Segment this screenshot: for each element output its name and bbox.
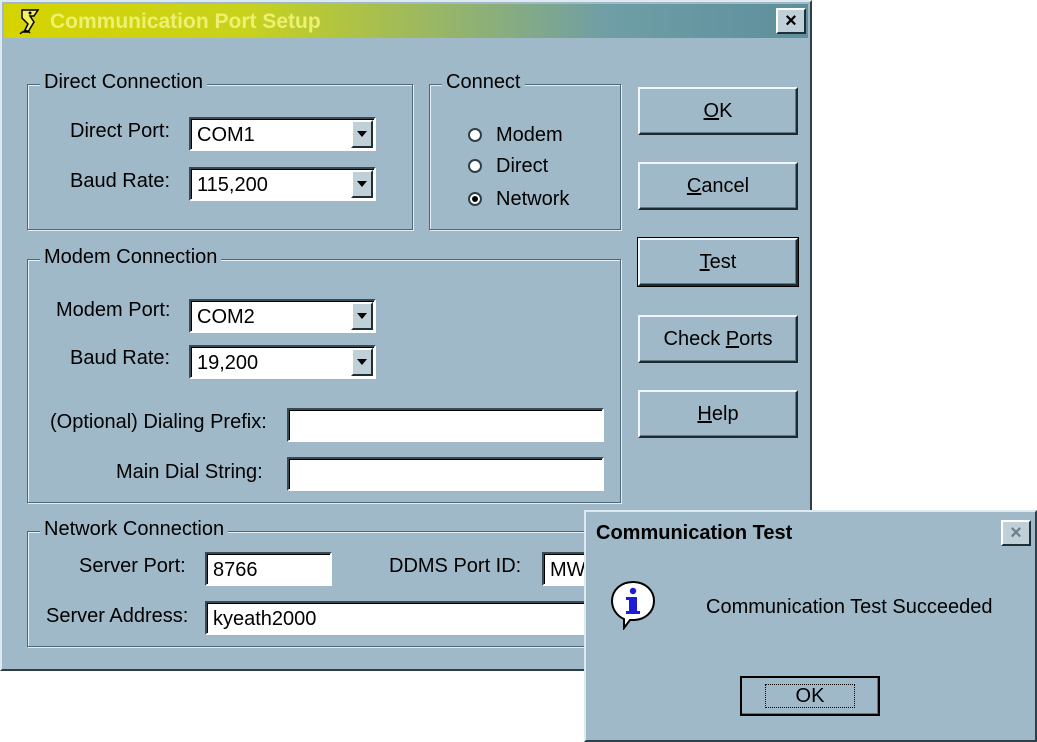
direct-baud-value: 115,200 <box>197 174 268 196</box>
cancel-mnemonic: C <box>686 175 702 197</box>
close-button[interactable]: × <box>1001 520 1031 546</box>
chevron-down-icon[interactable] <box>351 170 373 198</box>
modem-port-value: COM2 <box>197 306 255 328</box>
ddms-port-id-label: DDMS Port ID: <box>389 555 522 577</box>
modem-baud-label: Baud Rate: <box>70 347 171 369</box>
direct-port-value: COM1 <box>197 124 255 146</box>
main-dial-string-input[interactable] <box>287 457 604 491</box>
modem-baud-select[interactable]: 19,200 <box>189 345 376 379</box>
connect-legend: Connect <box>442 71 525 94</box>
network-connection-legend: Network Connection <box>40 518 229 541</box>
radio-direct-label: Direct <box>496 155 549 177</box>
ok-mnemonic: O <box>703 100 720 122</box>
radio-network-label: Network <box>496 188 570 210</box>
port-plug-icon <box>16 6 44 36</box>
radio-direct[interactable]: Direct <box>468 155 598 179</box>
test-button[interactable]: Test <box>637 237 799 287</box>
direct-port-label: Direct Port: <box>70 120 171 142</box>
chevron-down-icon[interactable] <box>351 302 373 330</box>
dialog-title: Communication Port Setup <box>50 10 321 33</box>
direct-baud-select[interactable]: 115,200 <box>189 167 376 201</box>
help-mnemonic: H <box>697 403 712 425</box>
chevron-down-icon[interactable] <box>351 348 373 376</box>
direct-baud-label: Baud Rate: <box>70 170 171 192</box>
cancel-rest: ancel <box>701 175 750 197</box>
server-address-input[interactable]: kyeath2000 <box>205 601 605 635</box>
close-icon: × <box>785 10 797 32</box>
check-ports-mnemonic: P <box>725 328 740 350</box>
help-rest: elp <box>711 403 739 425</box>
radio-modem-label: Modem <box>496 124 563 146</box>
server-port-input[interactable]: 8766 <box>205 552 332 586</box>
test-title-bar[interactable]: Communication Test × <box>588 514 1033 550</box>
direct-connection-group: Direct Connection <box>27 71 413 230</box>
help-button[interactable]: Help <box>638 390 798 438</box>
close-button[interactable]: × <box>776 8 806 34</box>
server-address-label: Server Address: <box>46 605 189 627</box>
modem-baud-value: 19,200 <box>197 352 259 374</box>
dialing-prefix-label: (Optional) Dialing Prefix: <box>50 411 267 433</box>
test-message: Communication Test Succeeded <box>706 596 993 618</box>
server-port-label: Server Port: <box>79 555 186 577</box>
check-ports-button[interactable]: Check Ports <box>638 315 798 363</box>
radio-modem-circle[interactable] <box>468 128 482 142</box>
check-ports-before: Check <box>663 328 726 350</box>
main-dial-string-label: Main Dial String: <box>116 461 263 483</box>
info-icon <box>610 580 656 631</box>
close-icon: × <box>1010 522 1022 544</box>
modem-port-label: Modem Port: <box>56 299 171 321</box>
radio-network[interactable]: Network <box>468 188 598 212</box>
cancel-button[interactable]: Cancel <box>638 162 798 210</box>
modem-port-select[interactable]: COM2 <box>189 299 376 333</box>
modem-connection-legend: Modem Connection <box>40 246 222 269</box>
test-mnemonic: T <box>699 251 710 273</box>
test-rest: est <box>709 251 737 273</box>
title-bar[interactable]: Communication Port Setup × <box>4 4 808 38</box>
communication-test-dialog: Communication Test × Communication Test … <box>584 510 1037 742</box>
test-ok-button[interactable]: OK <box>740 676 880 716</box>
radio-modem[interactable]: Modem <box>468 124 598 148</box>
dialing-prefix-input[interactable] <box>287 408 604 442</box>
radio-direct-circle[interactable] <box>468 159 482 173</box>
ok-rest: K <box>719 100 733 122</box>
ok-button[interactable]: OK <box>638 87 798 135</box>
check-ports-rest: orts <box>739 328 773 350</box>
chevron-down-icon[interactable] <box>351 120 373 148</box>
radio-network-circle[interactable] <box>468 192 482 206</box>
direct-port-select[interactable]: COM1 <box>189 117 376 151</box>
direct-connection-legend: Direct Connection <box>40 71 207 94</box>
test-ok-label: OK <box>764 684 856 708</box>
test-dialog-title: Communication Test <box>596 522 793 544</box>
